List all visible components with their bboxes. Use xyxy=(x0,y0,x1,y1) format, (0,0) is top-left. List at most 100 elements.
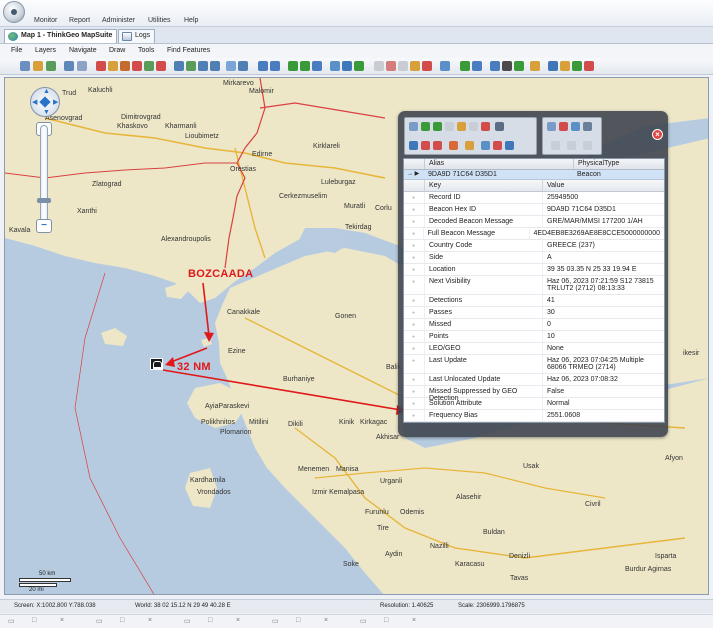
filter-green-icon[interactable] xyxy=(144,61,154,71)
menu-file[interactable]: File xyxy=(11,47,22,54)
col-key-header[interactable]: Key xyxy=(424,180,542,191)
col-physical-type-header[interactable]: PhysicalType xyxy=(573,159,664,169)
menu-draw[interactable]: Draw xyxy=(109,47,125,54)
back-icon[interactable] xyxy=(288,61,298,71)
menu-tools[interactable]: Tools xyxy=(138,47,154,54)
property-row[interactable]: ● Location 39 35 03.35 N 25 33 19.94 E xyxy=(404,264,664,276)
property-row[interactable]: ● Missed Suppressed by GEO Detection False xyxy=(404,386,664,402)
close-panel-button[interactable]: × xyxy=(652,129,663,140)
export-icon[interactable] xyxy=(548,61,558,71)
pan-left-icon[interactable]: ◀ xyxy=(32,98,37,106)
panel-add-icon[interactable] xyxy=(409,141,418,150)
panel-delete-icon[interactable] xyxy=(481,122,490,131)
layer-b-icon[interactable] xyxy=(186,61,196,71)
text-icon[interactable] xyxy=(502,61,512,71)
panel-check2-icon[interactable] xyxy=(433,122,442,131)
property-row[interactable]: ● Solution Attribute Normal xyxy=(404,398,664,410)
property-row[interactable]: ● Last Unlocated Update Haz 06, 2023 07:08… xyxy=(404,374,664,386)
settings-icon[interactable] xyxy=(560,61,570,71)
preview-icon[interactable] xyxy=(77,61,87,71)
zoom-slider[interactable] xyxy=(40,125,48,223)
maximize-icon[interactable]: □ xyxy=(32,617,36,624)
close-icon[interactable]: × xyxy=(324,617,328,624)
filter-red-icon[interactable] xyxy=(96,61,106,71)
menu-find-features[interactable]: Find Features xyxy=(167,47,210,54)
cancel-icon[interactable] xyxy=(386,61,396,71)
menu-administer[interactable]: Administer xyxy=(102,17,135,24)
line-icon[interactable] xyxy=(472,61,482,71)
save-icon[interactable] xyxy=(46,61,56,71)
restore-icon[interactable]: ▭ xyxy=(8,617,15,625)
maximize-icon[interactable]: □ xyxy=(296,617,300,624)
col-value-header[interactable]: Value xyxy=(542,180,664,191)
panel-sort-icon[interactable] xyxy=(481,141,490,150)
menu-layers[interactable]: Layers xyxy=(35,47,56,54)
panel-flag-icon[interactable] xyxy=(493,141,502,150)
panel-doc-icon[interactable] xyxy=(571,122,580,131)
pan-control[interactable]: ▲ ▼ ◀ ▶ xyxy=(30,87,60,117)
tab-logs[interactable]: Logs xyxy=(118,29,156,43)
layer-a-icon[interactable] xyxy=(174,61,184,71)
pan-icon[interactable] xyxy=(312,61,322,71)
panel-columns-icon[interactable] xyxy=(495,122,504,131)
maximize-icon[interactable]: □ xyxy=(208,617,212,624)
beacon-marker-icon[interactable] xyxy=(150,358,163,370)
panel-print-icon[interactable] xyxy=(583,122,592,131)
property-row[interactable]: ● Country Code GREECE (237) xyxy=(404,240,664,252)
zoom-out-button[interactable]: − xyxy=(36,219,52,233)
close-icon[interactable]: × xyxy=(412,617,416,624)
close-icon[interactable]: × xyxy=(60,617,64,624)
app-orb-icon[interactable] xyxy=(3,1,25,23)
layer-c-icon[interactable] xyxy=(198,61,208,71)
restore-icon[interactable]: ▭ xyxy=(272,617,279,625)
panel-filter2-icon[interactable] xyxy=(465,141,474,150)
map-canvas[interactable]: Trud Kaluchli Mirkarevo Malomir Asenovgr… xyxy=(4,77,709,595)
draw-icon[interactable] xyxy=(490,61,500,71)
layer-d-icon[interactable] xyxy=(210,61,220,71)
property-row[interactable]: ● Side A xyxy=(404,252,664,264)
panel-search-icon[interactable] xyxy=(505,141,514,150)
panel-plus-red-icon[interactable] xyxy=(421,141,430,150)
pan-center-icon[interactable] xyxy=(39,96,51,108)
maximize-icon[interactable]: □ xyxy=(384,617,388,624)
style-icon[interactable] xyxy=(530,61,540,71)
pan-right-icon[interactable]: ▶ xyxy=(53,98,58,106)
panel-paste-icon[interactable] xyxy=(559,122,568,131)
forward-icon[interactable] xyxy=(300,61,310,71)
filter-orange-icon[interactable] xyxy=(108,61,118,71)
tab-map[interactable]: Map 1 - ThinkGeo MapSuite xyxy=(4,29,118,43)
menu-help[interactable]: Help xyxy=(184,17,198,24)
table-icon[interactable] xyxy=(238,61,248,71)
zoom-in-icon[interactable] xyxy=(258,61,268,71)
restore-icon[interactable]: ▭ xyxy=(96,617,103,625)
filter-red2-icon[interactable] xyxy=(132,61,142,71)
print-icon[interactable] xyxy=(64,61,74,71)
zoom-slider-thumb[interactable] xyxy=(37,198,51,203)
full-extent-icon[interactable] xyxy=(342,61,352,71)
zoom-out-icon[interactable] xyxy=(270,61,280,71)
property-row[interactable]: ● Beacon Hex ID 9DA9D 71C64 D35D1 xyxy=(404,204,664,216)
restore-icon[interactable]: ▭ xyxy=(184,617,191,625)
menu-utilities[interactable]: Utilities xyxy=(148,17,171,24)
panel-copy-icon[interactable] xyxy=(547,122,556,131)
menu-navigate[interactable]: Navigate xyxy=(69,47,97,54)
pointer-icon[interactable] xyxy=(440,61,450,71)
grid-icon[interactable] xyxy=(226,61,236,71)
filter-red3-icon[interactable] xyxy=(156,61,166,71)
pan-down-icon[interactable]: ▼ xyxy=(43,109,50,116)
close-layer-icon[interactable] xyxy=(584,61,594,71)
selected-feature-row[interactable]: → ▶ 9DA9D 71C64 D35D1 Beacon xyxy=(404,170,664,180)
property-row[interactable]: ● Points 10 xyxy=(404,331,664,343)
minimized-window[interactable]: ▭ □ × xyxy=(8,617,96,627)
property-row[interactable]: ● Missed 0 xyxy=(404,319,664,331)
maximize-icon[interactable]: □ xyxy=(120,617,124,624)
panel-grid-icon[interactable] xyxy=(409,122,418,131)
property-row[interactable]: ● Last Update Haz 06, 2023 07:04:25 Multip… xyxy=(404,355,664,374)
property-row[interactable]: ● Detections 41 xyxy=(404,295,664,307)
close-icon[interactable]: × xyxy=(148,617,152,624)
panel-pencil-icon[interactable] xyxy=(457,122,466,131)
property-row[interactable]: ● Passes 30 xyxy=(404,307,664,319)
property-row[interactable]: ● Full Beacon Message 4ED4EB8E3269AE8E8CCE… xyxy=(404,228,664,240)
property-row[interactable]: ● Frequency Bias 2551.0608 xyxy=(404,410,664,422)
erase-icon[interactable] xyxy=(422,61,432,71)
